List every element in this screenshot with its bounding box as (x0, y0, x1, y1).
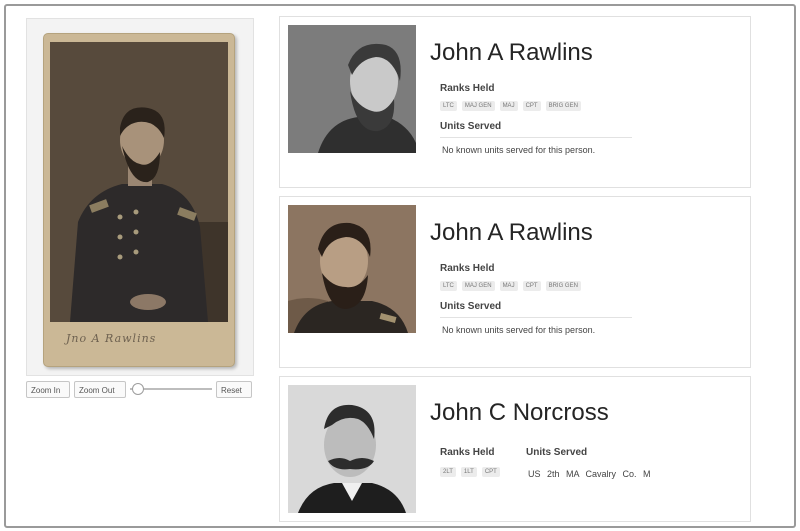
carte-de-visite: Jno A Rawlins (43, 33, 235, 367)
units-served-label: Units Served (526, 447, 588, 458)
no-units-note: No known units served for this person. (442, 145, 596, 155)
person-name[interactable]: John C Norcross (430, 399, 609, 427)
rank-badge: CPT (522, 281, 541, 291)
zoom-slider-thumb[interactable] (132, 383, 144, 395)
rank-badge: LTC (440, 281, 457, 291)
zoom-out-button[interactable]: Zoom Out (74, 381, 126, 398)
ranks-list: 2LT 1LT CPT (440, 467, 500, 477)
no-units-note: No known units served for this person. (442, 325, 596, 335)
ranks-held-label: Ranks Held (440, 83, 495, 94)
zoom-controls: Zoom In Zoom Out Reset (26, 381, 254, 401)
ranks-list: LTC MAJ GEN MAJ CPT BRIG GEN (440, 101, 581, 111)
person-name[interactable]: John A Rawlins (430, 219, 593, 247)
portrait-thumbnail-1[interactable] (288, 25, 416, 153)
reset-button[interactable]: Reset (216, 381, 252, 398)
photo-signature: Jno A Rawlins (66, 332, 157, 345)
unit-served-value: US 2th MA Cavalry Co. M (528, 469, 651, 479)
rank-badge: LTC (440, 101, 457, 111)
result-card-3[interactable]: John C Norcross Ranks Held 2LT 1LT CPT U… (279, 376, 751, 522)
rank-badge: CPT (481, 467, 500, 477)
rank-badge: BRIG GEN (545, 281, 581, 291)
image-viewer[interactable]: Jno A Rawlins (26, 18, 254, 376)
units-served-label: Units Served (440, 301, 502, 312)
rank-badge: 2LT (440, 467, 456, 477)
ranks-held-label: Ranks Held (440, 263, 495, 274)
divider (440, 317, 632, 318)
rank-badge: MAJ (499, 281, 518, 291)
rank-badge: MAJ (499, 101, 518, 111)
rank-badge: CPT (522, 101, 541, 111)
person-name[interactable]: John A Rawlins (430, 39, 593, 67)
ranks-held-label: Ranks Held (440, 447, 495, 458)
result-card-2[interactable]: John A Rawlins Ranks Held LTC MAJ GEN MA… (279, 196, 751, 368)
main-portrait-photo (50, 42, 228, 322)
result-card-1[interactable]: John A Rawlins Ranks Held LTC MAJ GEN MA… (279, 16, 751, 188)
zoom-in-button[interactable]: Zoom In (26, 381, 70, 398)
rank-badge: MAJ GEN (461, 281, 495, 291)
ranks-list: LTC MAJ GEN MAJ CPT BRIG GEN (440, 281, 581, 291)
rank-badge: 1LT (460, 467, 477, 477)
units-served-label: Units Served (440, 121, 502, 132)
divider (440, 137, 632, 138)
rank-badge: MAJ GEN (461, 101, 495, 111)
rank-badge: BRIG GEN (545, 101, 581, 111)
portrait-thumbnail-2[interactable] (288, 205, 416, 333)
portrait-thumbnail-3[interactable] (288, 385, 416, 513)
